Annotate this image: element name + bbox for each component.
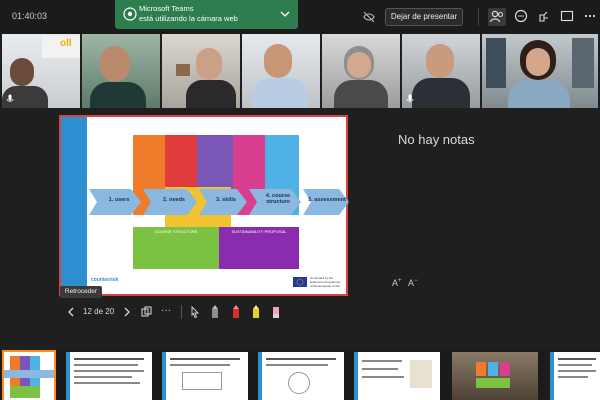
stop-presenting-button[interactable]: Dejar de presentar [385,8,463,26]
slide-step-5: 5. assessment [308,197,346,203]
slide-thumbnail[interactable] [550,352,600,400]
more-options-icon[interactable] [583,9,597,23]
laser-pointer-icon[interactable] [190,306,200,318]
participant-tile[interactable] [402,34,480,108]
eu-funding-line-3: of the European Union [310,284,341,288]
slide-thumbnail[interactable] [354,352,440,400]
back-tooltip: Retroceder [60,286,102,298]
toolbar-divider [478,8,479,26]
participant-tile-active[interactable] [82,34,160,108]
participants-icon[interactable] [488,8,506,26]
more-options-button[interactable]: ··· [161,305,171,316]
red-pen-icon[interactable] [231,304,241,320]
toast-message: está utilizando la cámara web [139,14,238,23]
current-slide: COURSE STRUCTURE SUSTAINABILITY PROPOSAL… [59,115,349,296]
camera-icon [123,7,137,21]
highlighter-icon[interactable] [251,304,261,320]
participant-video-strip: oll [0,34,600,110]
slide-grid-icon[interactable] [141,306,152,317]
participant-tile[interactable] [482,34,598,108]
presenter-view: COURSE STRUCTURE SUSTAINABILITY PROPOSAL… [0,110,600,350]
next-slide-icon[interactable] [123,307,131,317]
slide-thumbnail[interactable] [162,352,248,400]
slide-toolbar: 12 de 20 ··· [59,302,299,322]
camera-off-icon[interactable] [362,10,376,24]
slide-bottom-left-label: COURSE STRUCTURE [154,229,198,234]
participant-tile[interactable]: oll [2,34,80,108]
participant-badge: oll [60,38,72,49]
slide-step-3: 3. skills [216,197,236,203]
previous-slide-icon[interactable] [67,307,75,317]
meeting-timer: 01:40:03 [12,11,48,21]
slide-thumbnail[interactable] [258,352,344,400]
slide-step-1: 1. users [108,197,130,203]
participant-tile[interactable] [162,34,240,108]
pen-icon[interactable] [210,304,220,320]
slide-thumbnail[interactable] [66,352,152,400]
camera-notification-toast[interactable]: Microsoft Teams está utilizando la cámar… [115,0,298,29]
slide-thumbnail[interactable] [2,350,56,400]
participant-tile-active[interactable] [322,34,400,108]
toast-title: Microsoft Teams [139,4,194,13]
share-tray-icon[interactable] [560,9,574,23]
slide-logo: counterrisk [91,277,119,283]
meeting-top-bar: 01:40:03 Microsoft Teams está utilizando… [0,0,600,34]
slide-step-2: 2. needs [162,197,185,203]
slide-left-strip [61,117,87,294]
decrease-font-button[interactable]: A− [408,278,418,288]
participant-tile[interactable] [242,34,320,108]
slide-thumbnail-strip [0,350,600,400]
eraser-icon[interactable] [271,304,281,320]
speaker-notes-empty: No hay notas [398,132,475,147]
page-indicator: 12 de 20 [83,307,115,316]
reactions-icon[interactable] [537,9,551,23]
eu-flag-icon [293,277,307,287]
microphone-icon [6,94,14,102]
toast-chevron-down-icon[interactable] [280,10,290,18]
slide-step-4: 4. course structure [265,193,291,205]
increase-font-button[interactable]: A+ [392,278,402,288]
slide-thumbnail[interactable] [452,352,538,400]
chat-icon[interactable] [514,9,528,23]
toolbar-divider [181,305,182,319]
slide-bottom-right-label: SUSTAINABILITY PROPOSAL [231,229,287,234]
microphone-icon [406,94,414,102]
